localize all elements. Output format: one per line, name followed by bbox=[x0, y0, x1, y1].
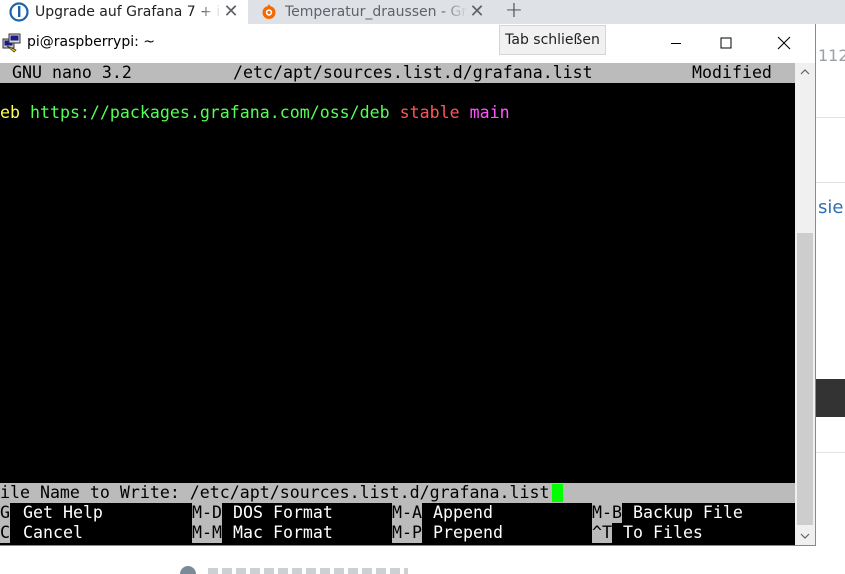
divider bbox=[816, 182, 845, 183]
minimize-button[interactable] bbox=[653, 24, 699, 62]
grafana-logo-icon bbox=[259, 2, 279, 22]
tooltip: Tab schließen bbox=[499, 25, 606, 55]
prompt-text: File Name to Write: /etc/apt/sources.lis… bbox=[0, 483, 550, 502]
filename-prompt[interactable]: File Name to Write: /etc/apt/sources.lis… bbox=[0, 483, 795, 503]
close-icon[interactable]: ✕ bbox=[222, 3, 240, 21]
shortcut-key: ^T bbox=[592, 523, 612, 543]
background-page bbox=[816, 24, 845, 574]
maximize-button[interactable] bbox=[703, 24, 749, 62]
shortcut-cancel[interactable]: Cancel bbox=[23, 523, 83, 543]
file-content-line: deb https://packages.grafana.com/oss/deb… bbox=[0, 103, 510, 123]
close-icon[interactable]: ✕ bbox=[468, 3, 486, 21]
maximize-icon bbox=[720, 37, 732, 49]
tab-title: Upgrade auf Grafana 7 + influxdb bbox=[35, 4, 222, 20]
chevron-up-icon bbox=[800, 69, 810, 75]
scrollbar-track[interactable] bbox=[797, 81, 813, 233]
background-list-item bbox=[180, 566, 440, 574]
shortcut-key: ^G bbox=[0, 503, 10, 523]
new-tab-button[interactable]: + bbox=[502, 0, 526, 24]
chevron-down-icon bbox=[800, 533, 810, 539]
background-dark-bar bbox=[816, 379, 845, 417]
background-number: 112 bbox=[818, 46, 845, 65]
putty-icon bbox=[2, 33, 22, 53]
shortcut-key: M-B bbox=[592, 503, 622, 523]
shortcut-get-help[interactable]: Get Help bbox=[23, 503, 103, 523]
scroll-up-button[interactable] bbox=[795, 63, 815, 81]
avatar bbox=[180, 566, 196, 574]
shortcut-key: M-M bbox=[192, 523, 222, 543]
minimize-icon bbox=[671, 43, 681, 44]
shortcut-prepend[interactable]: Prepend bbox=[433, 523, 503, 543]
shortcut-dos-format[interactable]: DOS Format bbox=[233, 503, 333, 523]
shortcut-key: M-P bbox=[392, 523, 422, 543]
nano-file-path: /etc/apt/sources.list.d/grafana.list bbox=[233, 63, 593, 82]
close-window-button[interactable] bbox=[761, 24, 807, 62]
nano-version: GNU nano 3.2 bbox=[12, 63, 132, 82]
scrollbar-thumb[interactable] bbox=[797, 233, 813, 525]
window-titlebar[interactable]: pi@raspberrypi: ~ bbox=[0, 24, 815, 63]
nano-modified-status: Modified bbox=[692, 63, 772, 82]
text-cursor bbox=[552, 484, 563, 502]
background-link[interactable]: sier bbox=[818, 197, 845, 218]
close-icon bbox=[777, 36, 791, 50]
window-title: pi@raspberrypi: ~ bbox=[27, 34, 156, 50]
divider bbox=[816, 117, 845, 118]
info-circle-icon bbox=[9, 2, 29, 22]
shortcut-to-files[interactable]: To Files bbox=[623, 523, 703, 543]
vertical-scrollbar[interactable] bbox=[795, 63, 815, 545]
shortcut-key: M-D bbox=[192, 503, 222, 523]
nano-header-bar: GNU nano 3.2 /etc/apt/sources.list.d/gra… bbox=[0, 63, 795, 83]
browser-tab-strip: Upgrade auf Grafana 7 + influxdb ✕ Tempe… bbox=[0, 0, 845, 24]
putty-window: pi@raspberrypi: ~ GNU nano 3.2 /etc/apt/… bbox=[0, 24, 816, 546]
browser-tab-upgrade[interactable]: Upgrade auf Grafana 7 + influxdb ✕ bbox=[0, 0, 248, 24]
shortcut-key: M-A bbox=[392, 503, 422, 523]
shortcut-mac-format[interactable]: Mac Format bbox=[233, 523, 333, 543]
blurred-text bbox=[208, 568, 408, 574]
shortcut-append[interactable]: Append bbox=[433, 503, 493, 523]
terminal-screen[interactable]: GNU nano 3.2 /etc/apt/sources.list.d/gra… bbox=[0, 63, 795, 545]
divider bbox=[816, 452, 845, 453]
shortcut-backup-file[interactable]: Backup File bbox=[633, 503, 743, 523]
tab-title: Temperatur_draussen - Grafana bbox=[285, 4, 468, 20]
deb-keyword: deb bbox=[0, 103, 20, 122]
distribution-stable: stable bbox=[399, 103, 460, 122]
browser-tab-grafana[interactable]: Temperatur_draussen - Grafana ✕ bbox=[250, 0, 494, 24]
component-main: main bbox=[469, 103, 510, 122]
shortcut-key: ^C bbox=[0, 523, 10, 543]
scroll-down-button[interactable] bbox=[795, 527, 815, 545]
repository-url: https://packages.grafana.com/oss/deb bbox=[29, 103, 390, 122]
